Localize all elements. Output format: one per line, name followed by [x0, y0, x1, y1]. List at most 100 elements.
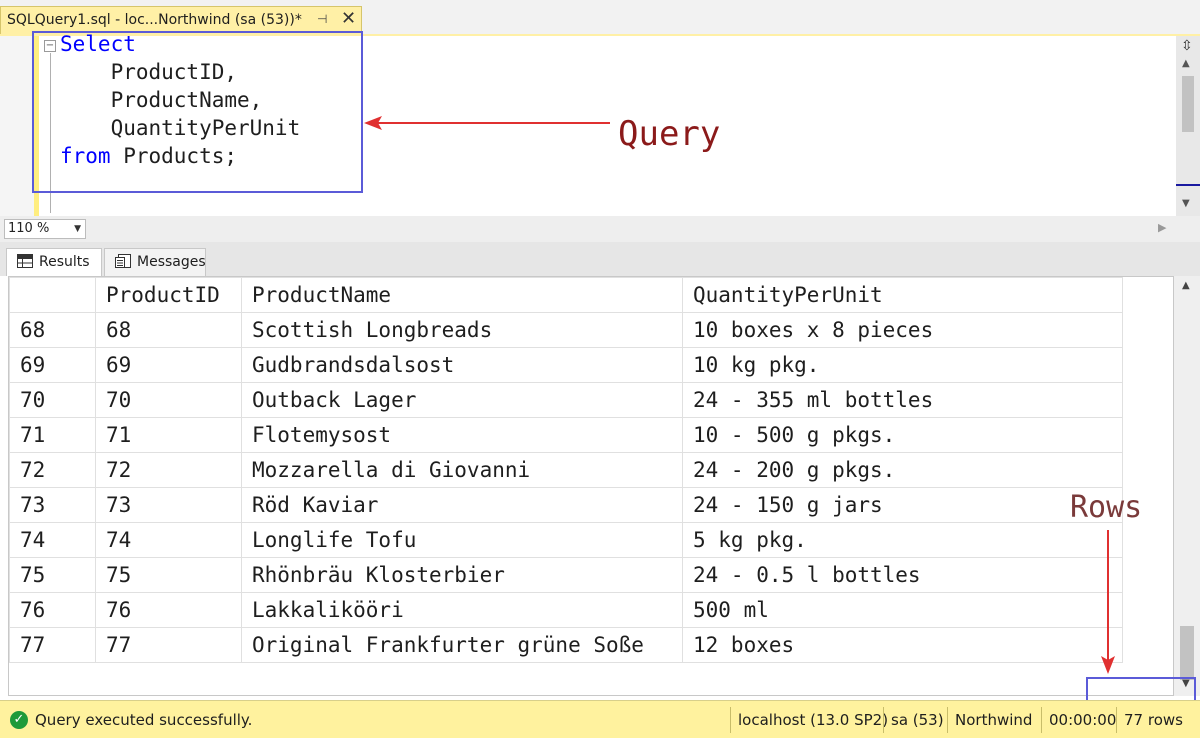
productid-cell[interactable]: 75 — [95, 557, 242, 593]
status-separator — [947, 707, 948, 733]
quantityperunit-cell[interactable]: 24 - 200 g pkgs. — [682, 452, 1123, 488]
scroll-up-icon[interactable]: ▲ — [1182, 58, 1190, 69]
status-message: Query executed successfully. — [35, 711, 253, 729]
quantityperunit-cell[interactable]: 10 boxes x 8 pieces — [682, 312, 1123, 348]
productname-cell[interactable]: Flotemysost — [241, 417, 683, 453]
productname-cell[interactable]: Outback Lager — [241, 382, 683, 418]
status-user: sa (53) — [891, 711, 944, 729]
quantityperunit-cell[interactable]: 500 ml — [682, 592, 1123, 628]
row-number-cell[interactable]: 73 — [9, 487, 96, 523]
quantityperunit-cell[interactable]: 24 - 355 ml bottles — [682, 382, 1123, 418]
pin-icon[interactable]: ⊣ — [317, 12, 327, 26]
tab-results[interactable]: Results — [6, 248, 102, 276]
productname-cell[interactable]: Röd Kaviar — [241, 487, 683, 523]
messages-icon — [115, 254, 131, 268]
productname-cell[interactable]: Rhönbräu Klosterbier — [241, 557, 683, 593]
table-row[interactable]: 76 76 Lakkalikööri 500 ml — [9, 592, 1123, 628]
quantityperunit-cell[interactable]: 5 kg pkg. — [682, 522, 1123, 558]
chevron-down-icon[interactable]: ▼ — [74, 220, 81, 238]
row-number-cell[interactable]: 70 — [9, 382, 96, 418]
scroll-down-icon[interactable]: ▼ — [1182, 198, 1190, 209]
table-row[interactable]: 75 75 Rhönbräu Klosterbier 24 - 0.5 l bottl… — [9, 557, 1123, 593]
productid-cell[interactable]: 74 — [95, 522, 242, 558]
column-header-quantityperunit[interactable]: QuantityPerUnit — [682, 277, 1123, 313]
quantityperunit-cell[interactable]: 10 kg pkg. — [682, 347, 1123, 383]
row-number-cell[interactable]: 75 — [9, 557, 96, 593]
table-row[interactable]: 71 71 Flotemysost 10 - 500 g pkgs. — [9, 417, 1123, 453]
document-tab[interactable]: SQLQuery1.sql - loc...Northwind (sa (53)… — [0, 6, 362, 34]
productid-cell[interactable]: 72 — [95, 452, 242, 488]
split-window-icon[interactable]: ⇳ — [1181, 38, 1193, 54]
scroll-up-icon[interactable]: ▲ — [1182, 280, 1190, 291]
row-number-cell[interactable]: 68 — [9, 312, 96, 348]
tab-messages[interactable]: Messages — [104, 248, 206, 276]
row-number-cell[interactable]: 76 — [9, 592, 96, 628]
status-bar: ✓ Query executed successfully. localhost… — [0, 700, 1200, 738]
productname-cell[interactable]: Longlife Tofu — [241, 522, 683, 558]
editor-scrollbar[interactable]: ⇳ ▲ ▼ — [1176, 36, 1200, 216]
table-row[interactable]: 70 70 Outback Lager 24 - 355 ml bottles — [9, 382, 1123, 418]
productname-cell[interactable]: Scottish Longbreads — [241, 312, 683, 348]
close-icon[interactable]: ✕ — [341, 8, 356, 30]
row-number-cell[interactable]: 77 — [9, 627, 96, 663]
tab-messages-label: Messages — [137, 254, 206, 270]
status-separator — [730, 707, 731, 733]
row-number-cell[interactable]: 72 — [9, 452, 96, 488]
productid-cell[interactable]: 69 — [95, 347, 242, 383]
grid-scroll-thumb[interactable] — [1180, 626, 1194, 680]
status-database: Northwind — [955, 711, 1033, 729]
quantityperunit-cell[interactable]: 10 - 500 g pkgs. — [682, 417, 1123, 453]
zoom-select[interactable]: 110 % ▼ — [4, 219, 86, 239]
row-number-cell[interactable]: 69 — [9, 347, 96, 383]
productname-cell[interactable]: Lakkalikööri — [241, 592, 683, 628]
query-highlight-box — [32, 31, 363, 193]
grid-icon — [17, 254, 33, 268]
column-header-productid[interactable]: ProductID — [95, 277, 242, 313]
status-row-count: 77 rows — [1124, 711, 1183, 729]
table-row[interactable]: 73 73 Röd Kaviar 24 - 150 g jars — [9, 487, 1123, 523]
zoom-value: 110 % — [8, 221, 50, 236]
quantityperunit-cell[interactable]: 24 - 150 g jars — [682, 487, 1123, 523]
productname-cell[interactable]: Mozzarella di Giovanni — [241, 452, 683, 488]
column-header-productname[interactable]: ProductName — [241, 277, 683, 313]
quantityperunit-cell[interactable]: 12 boxes — [682, 627, 1123, 663]
productid-cell[interactable]: 68 — [95, 312, 242, 348]
success-check-icon: ✓ — [10, 711, 28, 729]
productname-cell[interactable]: Original Frankfurter grüne Soße — [241, 627, 683, 663]
table-row[interactable]: 69 69 Gudbrandsdalsost 10 kg pkg. — [9, 347, 1123, 383]
productid-cell[interactable]: 77 — [95, 627, 242, 663]
query-arrow-icon — [364, 116, 610, 130]
status-separator — [1041, 707, 1042, 733]
productid-cell[interactable]: 71 — [95, 417, 242, 453]
productid-cell[interactable]: 70 — [95, 382, 242, 418]
quantityperunit-cell[interactable]: 24 - 0.5 l bottles — [682, 557, 1123, 593]
editor-scroll-thumb[interactable] — [1182, 76, 1194, 132]
table-row[interactable]: 68 68 Scottish Longbreads 10 boxes x 8 piec… — [9, 312, 1123, 348]
results-table: ProductID ProductName QuantityPerUnit 68… — [9, 277, 1123, 663]
tab-results-label: Results — [39, 254, 90, 270]
row-number-cell[interactable]: 71 — [9, 417, 96, 453]
productname-cell[interactable]: Gudbrandsdalsost — [241, 347, 683, 383]
table-header-row: ProductID ProductName QuantityPerUnit — [9, 277, 1123, 313]
results-grid[interactable]: ProductID ProductName QuantityPerUnit 68… — [8, 276, 1174, 696]
rows-arrow-icon — [1101, 530, 1115, 674]
row-number-header[interactable] — [9, 277, 96, 313]
results-tab-strip: Results Messages — [0, 242, 1200, 276]
table-row[interactable]: 74 74 Longlife Tofu 5 kg pkg. — [9, 522, 1123, 558]
table-row[interactable]: 72 72 Mozzarella di Giovanni 24 - 200 g pkg… — [9, 452, 1123, 488]
status-separator — [1116, 707, 1117, 733]
productid-cell[interactable]: 76 — [95, 592, 242, 628]
caret-position-marker — [1176, 184, 1200, 186]
row-number-cell[interactable]: 74 — [9, 522, 96, 558]
zoom-strip: 110 % ▼ ▶ — [0, 216, 1200, 242]
status-separator — [883, 707, 884, 733]
grid-scrollbar[interactable]: ▲ ▼ — [1174, 276, 1200, 696]
status-elapsed: 00:00:00 — [1049, 711, 1117, 729]
scroll-right-icon[interactable]: ▶ — [1158, 221, 1166, 234]
status-server: localhost (13.0 SP2) — [738, 711, 889, 729]
rows-annotation-label: Rows — [1070, 490, 1143, 525]
productid-cell[interactable]: 73 — [95, 487, 242, 523]
query-annotation-label: Query — [618, 114, 721, 154]
table-row[interactable]: 77 77 Original Frankfurter grüne Soße 12 bo… — [9, 627, 1123, 663]
editor-margin — [0, 36, 34, 216]
